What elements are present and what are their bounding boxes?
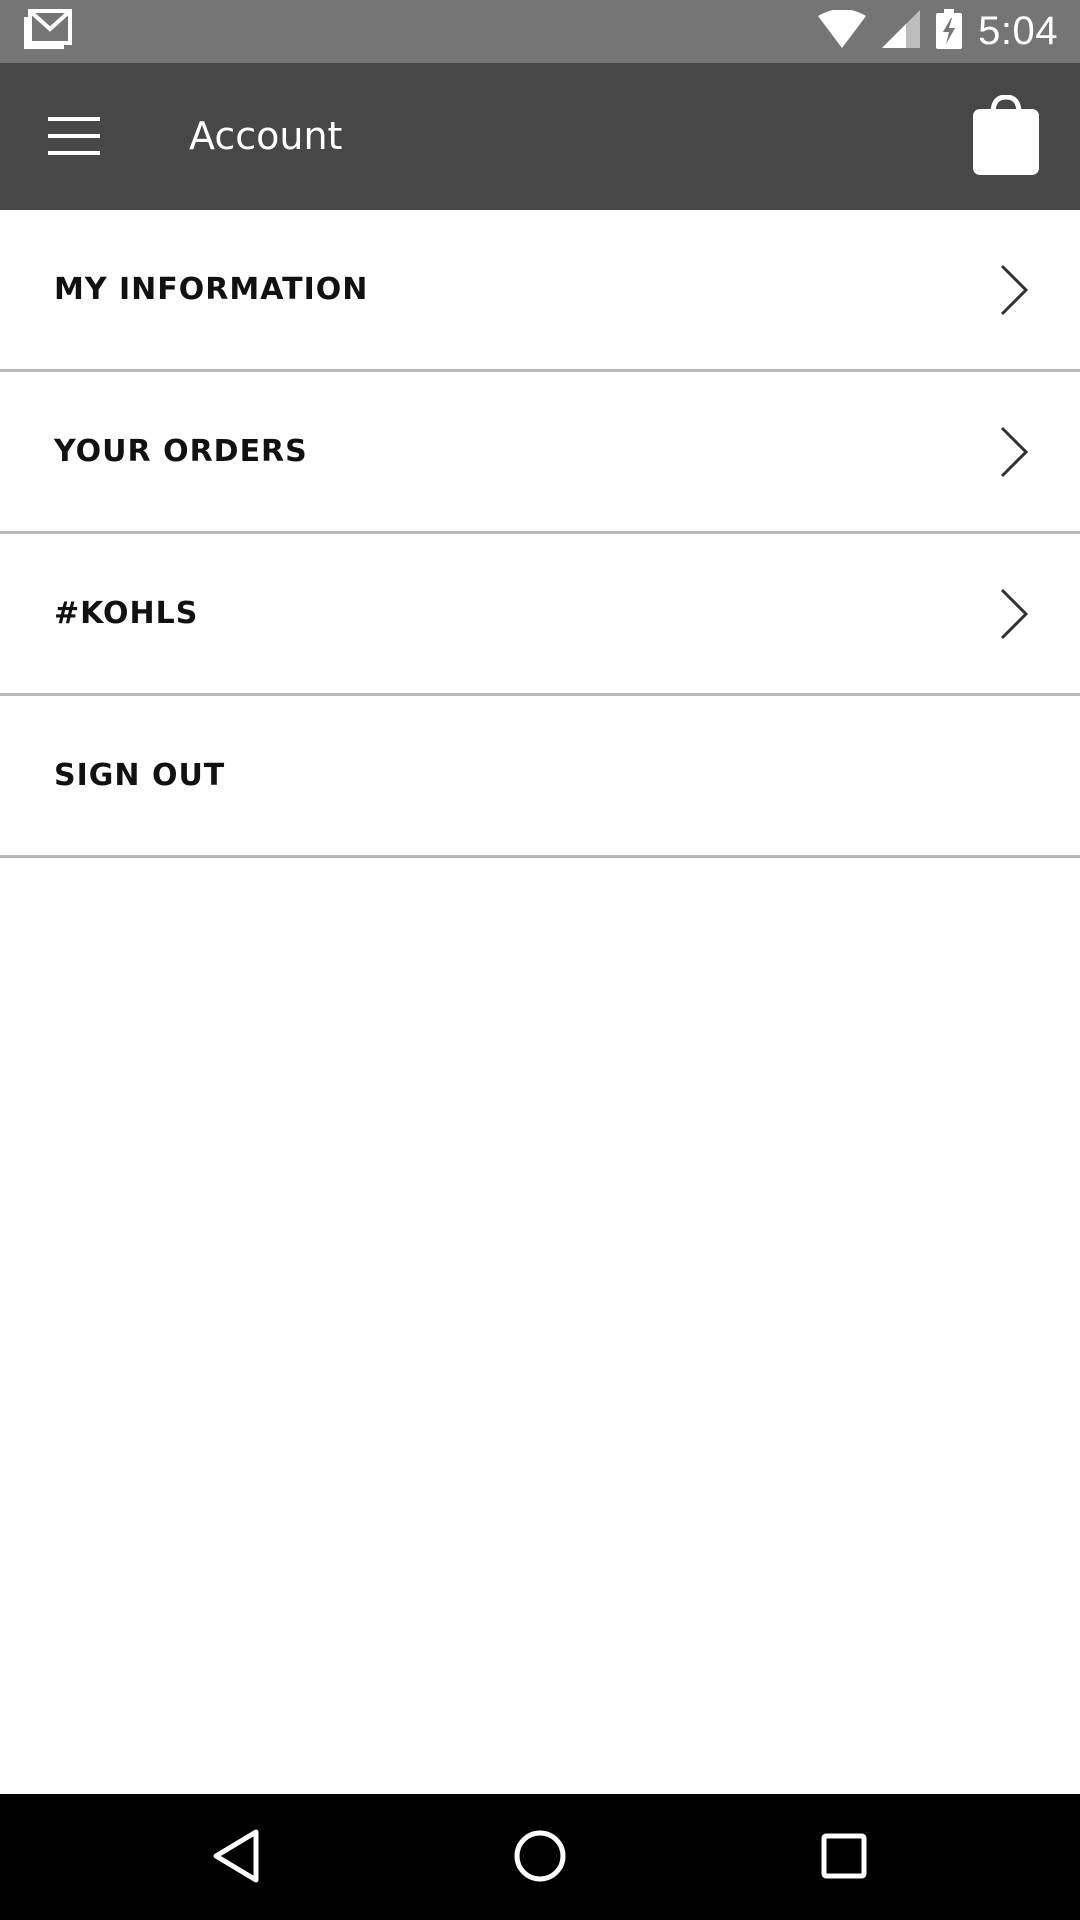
wifi-icon <box>818 9 867 53</box>
chevron-right-icon <box>998 424 1030 480</box>
battery-charging-icon <box>936 9 963 54</box>
status-left <box>24 9 72 54</box>
home-button[interactable] <box>504 1822 576 1894</box>
your-orders-item[interactable]: YOUR ORDERS <box>0 372 1080 534</box>
hamburger-menu-icon <box>48 116 100 160</box>
page-title: Account <box>189 114 343 158</box>
sign-out-item[interactable]: SIGN OUT <box>0 696 1080 858</box>
account-menu-list: MY INFORMATION YOUR ORDERS #KOHLS SIGN O… <box>0 210 1080 858</box>
app-bar: Account <box>0 63 1080 210</box>
chevron-right-icon <box>998 262 1030 318</box>
shopping-bag-button[interactable] <box>960 91 1052 183</box>
kohls-hashtag-item[interactable]: #KOHLS <box>0 534 1080 696</box>
back-button[interactable] <box>200 1822 272 1894</box>
home-icon <box>513 1829 567 1888</box>
navigation-bar <box>0 1794 1080 1920</box>
account-screen: 5:04 Account MY INFORMATION YOUR ORDERS … <box>0 0 1080 1920</box>
kohls-hashtag-label: #KOHLS <box>54 596 199 631</box>
recents-button[interactable] <box>808 1822 880 1894</box>
my-information-item[interactable]: MY INFORMATION <box>0 210 1080 372</box>
recents-icon <box>820 1832 868 1885</box>
back-icon <box>211 1828 261 1889</box>
signal-icon <box>882 10 921 53</box>
status-time: 5:04 <box>978 9 1058 53</box>
my-information-label: MY INFORMATION <box>54 272 369 307</box>
sign-out-label: SIGN OUT <box>54 758 226 793</box>
gmail-icon <box>24 9 72 54</box>
chevron-right-icon <box>998 586 1030 642</box>
status-right: 5:04 <box>802 9 1058 54</box>
shopping-bag-icon <box>973 93 1039 180</box>
status-bar: 5:04 <box>0 0 1080 63</box>
your-orders-label: YOUR ORDERS <box>54 434 308 469</box>
menu-button[interactable] <box>34 103 114 173</box>
